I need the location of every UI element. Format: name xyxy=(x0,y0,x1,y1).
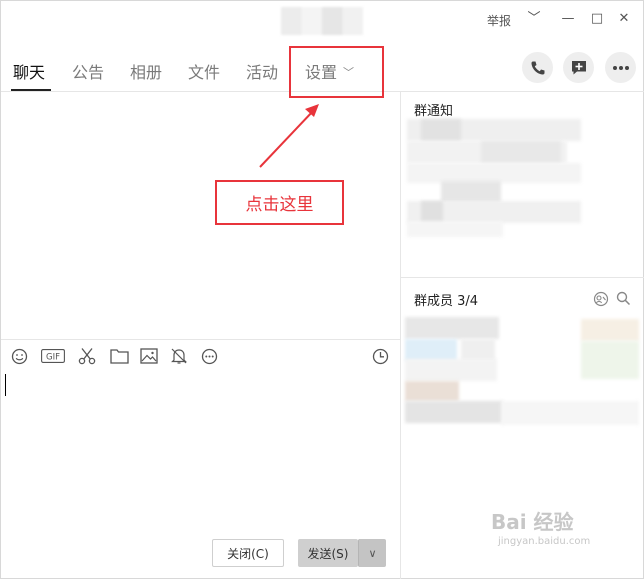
member-row-blurred xyxy=(405,359,497,381)
notice-content-blurred xyxy=(421,119,461,141)
member-row-blurred xyxy=(501,401,639,425)
annotation-label: 点击这里 xyxy=(215,180,344,225)
tab-announcement[interactable]: 公告 xyxy=(72,59,104,83)
group-notice-title: 群通知 xyxy=(414,104,454,119)
member-settings-icon[interactable] xyxy=(593,291,609,307)
member-row-blurred xyxy=(405,339,457,361)
pane-divider xyxy=(400,92,401,579)
new-message-button[interactable] xyxy=(563,52,594,83)
emoji-button[interactable] xyxy=(9,347,29,365)
member-row-blurred xyxy=(405,401,503,423)
member-row-blurred xyxy=(405,381,459,401)
tab-chat[interactable]: 聊天 xyxy=(13,59,45,83)
more-icon xyxy=(612,65,629,70)
more-circle-icon xyxy=(201,348,217,364)
dropdown-icon[interactable]: ﹀ xyxy=(525,10,543,28)
watermark-url: jingyan.baidu.com xyxy=(498,536,591,547)
member-search-icon[interactable] xyxy=(616,291,631,306)
folder-icon xyxy=(109,349,129,364)
image-icon xyxy=(140,348,158,364)
chevron-down-icon: ∨ xyxy=(368,546,377,560)
more-tools-button[interactable] xyxy=(199,347,219,365)
notice-content-blurred xyxy=(421,201,443,223)
member-row-blurred xyxy=(461,339,495,361)
gif-icon: GIF xyxy=(41,349,65,363)
highlight-box-settings xyxy=(289,46,384,98)
report-button[interactable]: 举报 xyxy=(487,12,511,29)
mute-notify-button[interactable] xyxy=(169,347,189,365)
text-caret xyxy=(5,374,6,396)
baidu-watermark: Bai 经验 jingyan.baidu.com xyxy=(491,506,590,547)
member-row-blurred xyxy=(581,341,639,379)
voice-call-button[interactable] xyxy=(522,52,553,83)
notice-content-blurred xyxy=(407,163,581,183)
member-row-blurred xyxy=(581,319,639,341)
phone-icon xyxy=(530,61,544,75)
new-message-icon xyxy=(571,60,586,74)
more-button[interactable] xyxy=(605,52,636,83)
send-button[interactable]: 发送(S) xyxy=(298,539,358,567)
gif-button[interactable]: GIF xyxy=(41,347,65,365)
image-button[interactable] xyxy=(139,347,159,365)
send-options-button[interactable]: ∨ xyxy=(358,539,386,567)
notice-content-blurred xyxy=(481,141,561,163)
maximize-icon[interactable]: □ xyxy=(588,10,606,28)
group-members-title: 群成员 3/4 xyxy=(414,294,479,309)
close-icon[interactable]: ✕ xyxy=(615,10,633,28)
bell-off-icon xyxy=(171,348,187,364)
minimize-icon[interactable]: — xyxy=(559,10,577,28)
history-button[interactable] xyxy=(370,347,390,365)
history-clock-icon xyxy=(372,348,388,364)
right-panel-divider xyxy=(401,277,644,278)
gif-text: GIF xyxy=(46,352,60,362)
member-row-blurred xyxy=(405,317,499,339)
screenshot-button[interactable] xyxy=(77,347,97,365)
scissors-icon xyxy=(78,348,96,365)
group-chat-window: 举报 ﹀ — □ ✕ 聊天 公告 相册 文件 活动 设置 ﹀ 群通知 群成员 3… xyxy=(0,0,644,579)
tab-activity[interactable]: 活动 xyxy=(246,59,278,83)
file-button[interactable] xyxy=(109,347,129,365)
notice-content-blurred xyxy=(407,221,503,237)
tab-album[interactable]: 相册 xyxy=(130,59,162,83)
tab-files[interactable]: 文件 xyxy=(188,59,220,83)
watermark-logo: Bai 经验 xyxy=(491,510,574,534)
input-area-divider xyxy=(1,339,400,340)
window-title-blurred xyxy=(281,7,363,35)
message-input[interactable] xyxy=(1,367,400,527)
close-button[interactable]: 关闭(C) xyxy=(212,539,284,567)
notice-content-blurred xyxy=(441,181,501,203)
emoji-icon xyxy=(11,348,27,364)
